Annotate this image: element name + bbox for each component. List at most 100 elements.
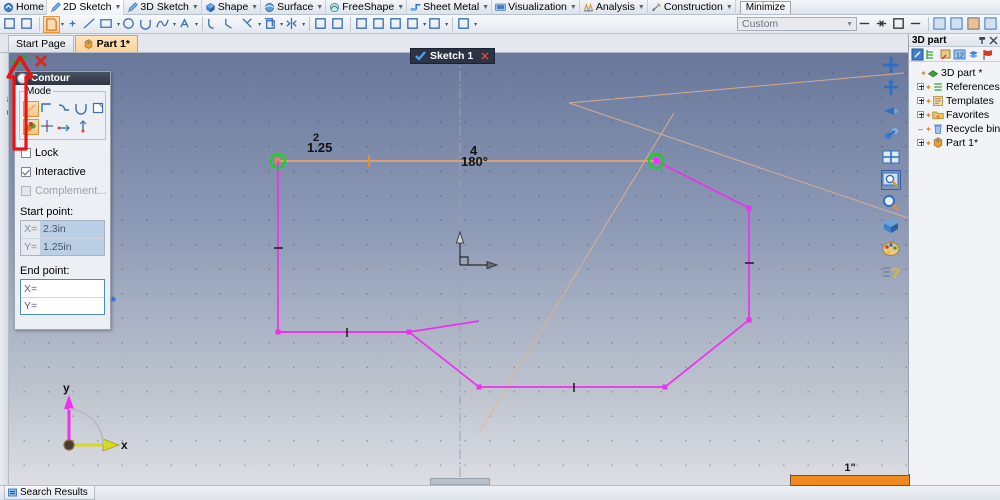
shade-icon[interactable] — [908, 16, 925, 33]
chevron-down-icon[interactable]: ▾ — [195, 21, 198, 28]
sketch-context-tab[interactable]: Sketch 1 ✕ — [410, 48, 496, 64]
line-icon[interactable] — [82, 16, 99, 33]
flag-icon[interactable] — [981, 48, 994, 61]
select-icon[interactable] — [911, 48, 924, 61]
menu-item-2d-sketch[interactable]: 2D Sketch ▼ — [47, 0, 125, 15]
chevron-down-icon[interactable]: ▾ — [445, 21, 448, 28]
rotate-icon[interactable] — [881, 124, 901, 144]
tree-node-part-1-[interactable]: ✦ Part 1* — [911, 136, 1000, 150]
end-point-x-row[interactable]: X= — [21, 280, 104, 297]
arc-icon[interactable] — [138, 16, 155, 33]
menu-item-shape[interactable]: Shape ▼ — [202, 0, 262, 15]
sketch-view-icon[interactable] — [932, 16, 949, 33]
interactive-checkbox-row[interactable]: Interactive — [21, 166, 110, 178]
expand-icon[interactable] — [916, 82, 925, 92]
end-point-y-row[interactable]: Y= — [21, 297, 104, 314]
grid-display-icon[interactable] — [966, 16, 983, 33]
spline-icon[interactable] — [155, 16, 172, 33]
chevron-down-icon[interactable]: ▾ — [117, 21, 120, 28]
formula-icon[interactable] — [456, 16, 473, 33]
extract-icon[interactable] — [330, 16, 347, 33]
fillet-icon[interactable] — [206, 16, 223, 33]
chevron-down-icon[interactable]: ▼ — [192, 2, 199, 13]
chevron-down-icon[interactable]: ▼ — [251, 2, 258, 13]
chevron-down-icon[interactable]: ▼ — [726, 2, 733, 13]
menu-item-sheet-metal[interactable]: Sheet Metal ▼ — [407, 0, 493, 15]
tree-node-references[interactable]: ✦ References — [911, 80, 1000, 94]
menu-item-freeshape[interactable]: FreeShape ▼ — [326, 0, 408, 15]
mode-move-button[interactable] — [40, 119, 56, 135]
symmetry-icon[interactable] — [427, 16, 444, 33]
sketch-geometry[interactable] — [9, 53, 908, 485]
point-icon[interactable] — [65, 16, 82, 33]
sketch-tool-icon[interactable] — [2, 16, 19, 33]
grid-snap-icon[interactable] — [949, 16, 966, 33]
cancel-button[interactable] — [34, 54, 48, 68]
no-fill-icon[interactable] — [874, 16, 891, 33]
style-combo[interactable]: Custom ▼ — [737, 17, 857, 31]
mirror-icon[interactable] — [284, 16, 301, 33]
profile-icon[interactable] — [43, 15, 60, 33]
close-icon[interactable] — [989, 36, 998, 45]
help-icon[interactable]: ? — [881, 262, 901, 282]
chevron-down-icon[interactable]: ▼ — [570, 2, 577, 13]
equal-icon[interactable] — [371, 16, 388, 33]
view-normal-icon[interactable] — [881, 101, 901, 121]
sketch-canvas[interactable]: 2 1.25 4 180° y x — [9, 53, 908, 485]
chevron-down-icon[interactable]: ▾ — [280, 21, 283, 28]
menu-item-construction[interactable]: Construction ▼ — [648, 0, 736, 15]
expand-icon[interactable] — [916, 110, 925, 120]
rename-icon[interactable]: 12 — [953, 48, 966, 61]
expand-icon[interactable] — [916, 138, 925, 148]
pin-icon[interactable] — [978, 36, 987, 45]
mode-rectangle-button[interactable] — [91, 101, 107, 117]
move-icon[interactable] — [881, 78, 901, 98]
chevron-down-icon[interactable]: ▼ — [482, 2, 489, 13]
circle-icon[interactable] — [121, 16, 138, 33]
length-dimension[interactable]: 2 1.25 — [307, 133, 332, 155]
zoom-icon[interactable] — [881, 193, 901, 213]
chevron-down-icon[interactable]: ▾ — [173, 21, 176, 28]
constraint-icon[interactable] — [354, 16, 371, 33]
parallel-icon[interactable] — [388, 16, 405, 33]
chevron-down-icon[interactable]: ▾ — [423, 21, 426, 28]
box-view-icon[interactable] — [881, 216, 901, 236]
canvas-horizontal-scrollbar[interactable] — [430, 478, 490, 485]
menu-item-visualization[interactable]: Visualization ▼ — [492, 0, 580, 15]
tree-node-favorites[interactable]: ✦ Favorites — [911, 108, 1000, 122]
text-icon[interactable] — [177, 16, 194, 33]
sketch-tab-close-icon[interactable]: ✕ — [477, 50, 492, 63]
chevron-down-icon[interactable]: ▾ — [302, 21, 305, 28]
project-geometry-icon[interactable] — [19, 16, 36, 33]
document-tab-start-page[interactable]: Start Page — [8, 35, 74, 52]
pan-icon[interactable] — [881, 55, 901, 75]
minimize-ribbon-button[interactable]: Minimize — [739, 0, 792, 14]
chevron-down-icon[interactable]: ▼ — [846, 21, 856, 28]
tree-node-3d-part-[interactable]: ✦ 3D part * — [911, 66, 1000, 80]
filter-icon[interactable] — [939, 48, 952, 61]
offset-icon[interactable] — [262, 16, 279, 33]
menu-item-analysis[interactable]: Analysis ▼ — [580, 0, 648, 15]
mode-polyline-button[interactable] — [40, 101, 56, 117]
grid-settings-icon[interactable] — [983, 16, 1000, 33]
chevron-down-icon[interactable]: ▼ — [397, 2, 404, 13]
document-tab-part-1-[interactable]: Part 1* — [74, 35, 138, 52]
sketch-polyline[interactable] — [277, 160, 750, 388]
menu-item-home[interactable]: Home — [0, 0, 48, 15]
chevron-down-icon[interactable]: ▾ — [258, 21, 261, 28]
chevron-down-icon[interactable]: ▼ — [638, 2, 645, 13]
tree-node-templates[interactable]: ✦ Templates — [911, 94, 1000, 108]
perpendicular-icon[interactable] — [405, 16, 422, 33]
layers-icon[interactable] — [967, 48, 980, 61]
chevron-down-icon[interactable]: ▾ — [474, 21, 477, 28]
trim-icon[interactable] — [240, 16, 257, 33]
hatch-icon[interactable] — [891, 16, 908, 33]
line-style-icon[interactable] — [857, 16, 874, 33]
end-point-group[interactable]: X= Y= — [20, 279, 105, 315]
mode-vertical-button[interactable] — [74, 119, 90, 135]
mode-horizontal-button[interactable] — [57, 119, 73, 135]
tree-node-recycle-bin[interactable]: – ✦ Recycle bin — [911, 122, 1000, 136]
structure-icon[interactable] — [925, 48, 938, 61]
expand-icon[interactable] — [916, 96, 925, 106]
chevron-down-icon[interactable]: ▾ — [61, 21, 64, 28]
